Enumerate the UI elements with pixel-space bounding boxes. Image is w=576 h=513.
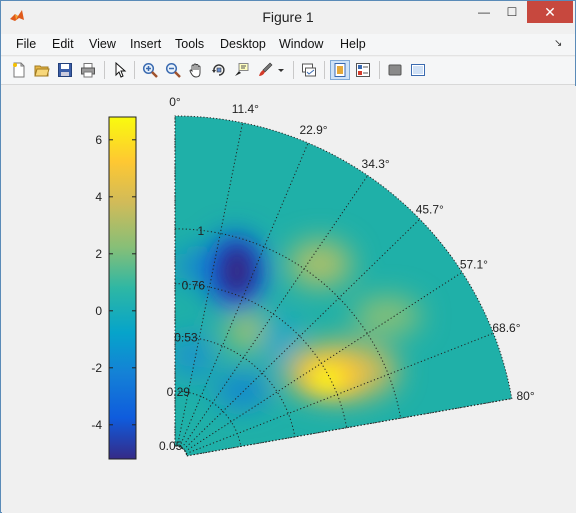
hide-plot-tools-icon[interactable] <box>330 60 350 80</box>
menu-bar: File Edit View Insert Tools Desktop Wind… <box>1 34 575 56</box>
radial-tick-label: 0.05 <box>159 439 183 453</box>
figure-canvas: 6 4 2 0 -2 -4 0° 11.4° 22.9° 34.3° 45.7°… <box>2 86 576 513</box>
angle-tick-label: 80° <box>517 389 535 403</box>
toolbar-separator <box>134 61 135 79</box>
new-figure-icon[interactable] <box>9 60 29 80</box>
toolbar-separator <box>324 61 325 79</box>
menu-overflow-arrow-icon[interactable]: ↘ <box>554 38 562 49</box>
colorbar <box>108 116 137 460</box>
toolbar-separator <box>379 61 380 79</box>
menu-window[interactable]: Window <box>279 37 323 51</box>
zoom-out-icon[interactable] <box>163 60 183 80</box>
brush-icon[interactable] <box>255 60 275 80</box>
close-button[interactable]: ✕ <box>527 1 573 23</box>
menu-tools[interactable]: Tools <box>175 37 204 51</box>
radial-tick-label: 1 <box>198 224 205 238</box>
radial-tick-label: 0.76 <box>182 278 206 292</box>
angle-tick-label: 34.3° <box>362 157 390 171</box>
radial-tick-label: 0.53 <box>174 330 198 344</box>
plot-svg: 6 4 2 0 -2 -4 0°11.4°22.9°34.3°45.7°57.1°68.6… <box>91 95 535 460</box>
menu-view[interactable]: View <box>89 37 116 51</box>
angle-tick-label: 11.4° <box>232 102 259 116</box>
print-icon[interactable] <box>78 60 98 80</box>
menu-insert[interactable]: Insert <box>130 37 161 51</box>
angle-tick-label: 68.6° <box>492 321 520 335</box>
colorbar-tick-label: -2 <box>91 361 102 375</box>
colorbar-tick-label: 0 <box>95 304 102 318</box>
pan-hand-icon[interactable] <box>186 60 206 80</box>
angle-tick-label: 0° <box>169 95 181 109</box>
zoom-in-icon[interactable] <box>140 60 160 80</box>
radial-tick-label: 0.29 <box>167 385 191 399</box>
angle-tick-label: 22.9° <box>299 123 327 137</box>
figure-window: Figure 1 — ☐ ✕ File Edit View Insert Too… <box>0 0 576 513</box>
menu-file[interactable]: File <box>16 37 36 51</box>
maximize-button[interactable]: ☐ <box>499 1 525 23</box>
colorbar-tick-label: -4 <box>91 418 102 432</box>
colorbar-tick-label: 4 <box>95 190 102 204</box>
angle-tick-label: 57.1° <box>460 258 488 272</box>
minimize-button[interactable]: — <box>471 1 497 23</box>
menu-edit[interactable]: Edit <box>52 37 74 51</box>
colorbar-tick-label: 6 <box>95 133 102 147</box>
toolbar-separator <box>104 61 105 79</box>
link-plot-icon[interactable] <box>299 60 319 80</box>
data-cursor-icon[interactable] <box>232 60 252 80</box>
toolbar <box>1 57 575 85</box>
dock-icon[interactable] <box>385 60 405 80</box>
edit-plot-arrow-icon[interactable] <box>110 60 130 80</box>
title-bar[interactable]: Figure 1 — ☐ ✕ <box>1 1 575 32</box>
layout-icon[interactable] <box>408 60 428 80</box>
colorbar-tick-label: 2 <box>95 247 102 261</box>
rotate-3d-icon[interactable] <box>209 60 229 80</box>
angle-tick-label: 45.7° <box>416 202 444 216</box>
menu-help[interactable]: Help <box>340 37 366 51</box>
brush-dropdown-icon[interactable] <box>275 60 287 80</box>
open-file-icon[interactable] <box>32 60 52 80</box>
show-plot-tools-icon[interactable] <box>353 60 373 80</box>
toolbar-separator <box>293 61 294 79</box>
save-icon[interactable] <box>55 60 75 80</box>
menu-desktop[interactable]: Desktop <box>220 37 266 51</box>
